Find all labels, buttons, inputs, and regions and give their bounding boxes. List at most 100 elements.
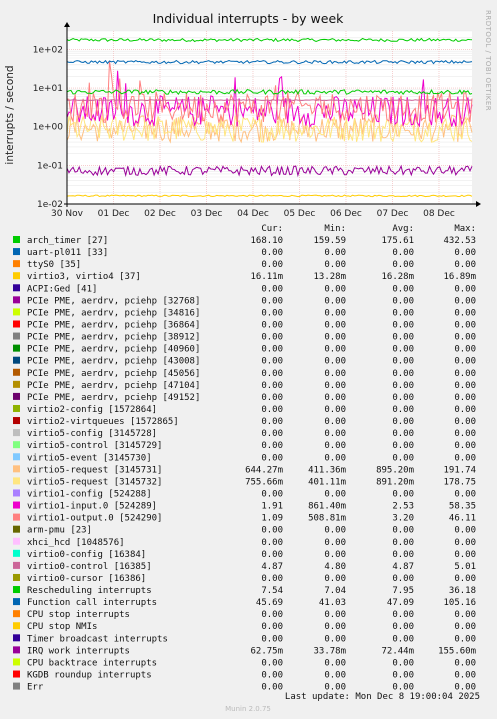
legend-series-name: PCIe PME, aerdrv, pciehp [40960] [27, 345, 200, 355]
legend-value: 508.81m [308, 514, 346, 524]
legend-value: 0.00 [392, 489, 414, 499]
legend-series-name: PCIe PME, aerdrv, pciehp [49152] [27, 393, 200, 403]
legend-value: 0.00 [324, 658, 346, 668]
legend-value: 0.00 [324, 489, 346, 499]
legend-value: 0.00 [392, 610, 414, 620]
legend-series-name: xhci_hcd [1048576] [27, 538, 125, 548]
legend-value: 0.00 [454, 308, 476, 318]
legend-value: 0.00 [324, 453, 346, 463]
legend-value: 0.00 [392, 622, 414, 632]
legend-value: 0.00 [261, 526, 283, 536]
legend-value: 0.00 [392, 320, 414, 330]
legend-series-name: virtio2-config [1572864] [27, 405, 157, 415]
legend-swatch [13, 344, 20, 352]
legend-series-name: Function call interrupts [27, 598, 157, 608]
legend-value: 0.00 [454, 441, 476, 451]
legend-value: 0.00 [392, 369, 414, 379]
legend-value: 0.00 [454, 453, 476, 463]
legend-value: 0.00 [261, 622, 283, 632]
y-tick-label: 1e-01 [37, 161, 63, 171]
legend-value: 0.00 [261, 671, 283, 681]
legend-series-name: PCIe PME, aerdrv, pciehp [47104] [27, 381, 200, 391]
legend-value: 0.00 [454, 550, 476, 560]
legend-value: 47.09 [387, 598, 414, 608]
legend-value: 155.60m [438, 646, 476, 656]
x-tick-label: 01 Dec [98, 209, 130, 219]
legend-series-name: virtio1-config [524288] [27, 489, 152, 499]
legend-value: 0.00 [261, 296, 283, 306]
x-tick-label: 04 Dec [237, 209, 269, 219]
legend-series-name: virtio1-input.0 [524289] [27, 502, 157, 512]
legend-value: 432.53 [443, 236, 476, 246]
legend-series-name: virtio0-control [16385] [27, 562, 152, 572]
legend-value: 0.00 [324, 550, 346, 560]
legend-value: 4.87 [261, 562, 283, 572]
x-axis-arrow [476, 201, 481, 207]
legend-value: 0.00 [324, 345, 346, 355]
legend-value: 0.00 [454, 489, 476, 499]
legend-value: 16.89m [443, 272, 476, 282]
legend-value: 0.00 [324, 671, 346, 681]
legend-value: 0.00 [261, 393, 283, 403]
legend-value: 13.28m [313, 272, 346, 282]
legend-value: 0.00 [261, 333, 283, 343]
legend-swatch [13, 441, 20, 449]
legend-value: 0.00 [324, 417, 346, 427]
legend-value: 0.00 [261, 345, 283, 355]
legend-value: 0.00 [454, 260, 476, 270]
legend-value: 0.00 [454, 248, 476, 258]
legend-value: 0.00 [392, 308, 414, 318]
legend-series-name: CPU stop interrupts [27, 610, 130, 620]
legend-value: 4.80 [324, 562, 346, 572]
legend-value: 0.00 [261, 658, 283, 668]
y-tick-label: 1e+02 [33, 45, 63, 55]
legend-value: 0.00 [324, 357, 346, 367]
legend-series-name: CPU stop NMIs [27, 622, 97, 632]
legend-value: 1.91 [261, 502, 283, 512]
legend-value: 0.00 [392, 345, 414, 355]
legend-series-name: virtio5-request [3145732] [27, 477, 162, 487]
legend-value: 0.00 [392, 405, 414, 415]
legend-swatch [13, 646, 20, 654]
legend-value: 0.00 [392, 393, 414, 403]
legend-value: 0.00 [324, 381, 346, 391]
legend-swatch [13, 392, 20, 400]
legend-value: 0.00 [392, 284, 414, 294]
legend-swatch [13, 658, 20, 666]
legend-swatch [13, 260, 20, 268]
legend-value: 0.00 [454, 671, 476, 681]
x-tick-labels: 30 Nov 01 Dec 02 Dec 03 Dec 04 Dec 05 Dec 06 D… [51, 209, 455, 219]
legend-swatch [13, 573, 20, 581]
legend-series-name: virtio1-output.0 [524290] [27, 514, 162, 524]
legend-value: 891.20m [376, 477, 414, 487]
legend-value: 0.00 [324, 634, 346, 644]
x-tick-label: 06 Dec [330, 209, 362, 219]
legend-value: 0.00 [261, 320, 283, 330]
legend-value: 0.00 [324, 610, 346, 620]
legend-value: 33.78m [313, 646, 346, 656]
legend-value: 5.01 [454, 562, 476, 572]
y-tick-label: 1e+01 [33, 84, 63, 94]
legend-value: 45.69 [256, 598, 283, 608]
legend-swatch [13, 417, 20, 425]
legend-value: 0.00 [324, 393, 346, 403]
legend-swatch [13, 477, 20, 485]
legend-value: 191.74 [443, 465, 476, 475]
legend-series-name: PCIe PME, aerdrv, pciehp [36864] [27, 320, 200, 330]
legend-value: 0.00 [392, 538, 414, 548]
x-tick-label: 08 Dec [423, 209, 455, 219]
legend-value: 0.00 [454, 333, 476, 343]
legend-value: 41.03 [319, 598, 346, 608]
legend-value: 0.00 [392, 658, 414, 668]
legend-value: 0.00 [261, 381, 283, 391]
legend-swatch [13, 284, 20, 292]
legend-value: 0.00 [454, 429, 476, 439]
y-tick-label: 1e+00 [33, 123, 64, 133]
legend-value: 0.00 [454, 634, 476, 644]
legend-value: 0.00 [324, 622, 346, 632]
legend-value: 0.00 [324, 284, 346, 294]
legend-value: 0.00 [261, 429, 283, 439]
legend-series-name: Timer broadcast interrupts [27, 634, 168, 644]
legend-table: Cur: Min: Avg: Max: arch_timer [27] 168.10 159… [13, 224, 476, 693]
y-tick-labels: 1e+021e+011e+001e-011e-02 [33, 45, 64, 210]
